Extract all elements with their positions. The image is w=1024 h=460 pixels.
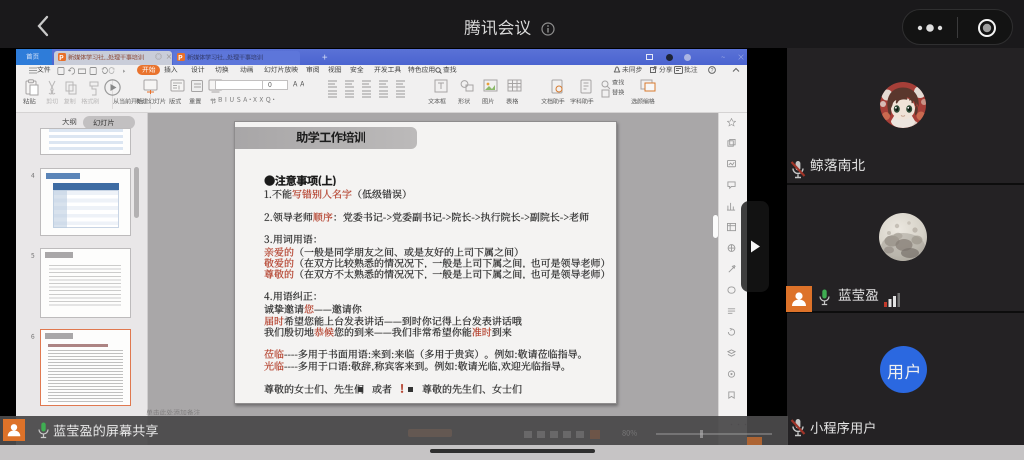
svg-text:?: ?: [711, 68, 714, 74]
